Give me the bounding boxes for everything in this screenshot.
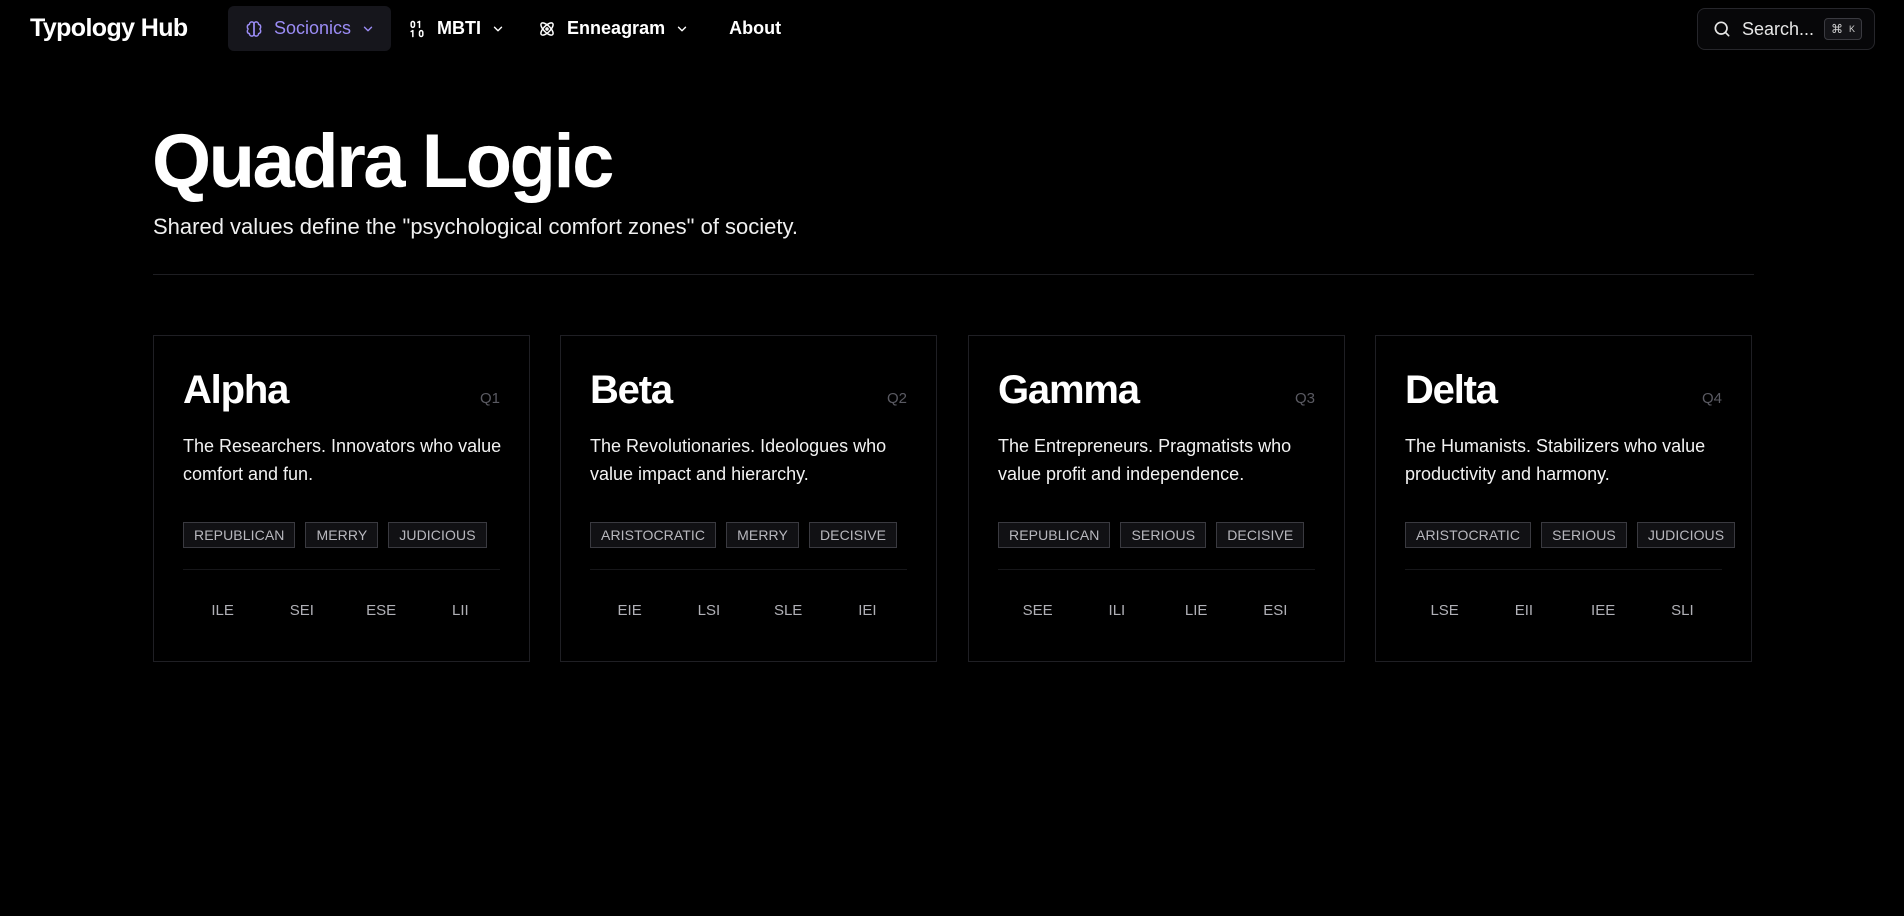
quadra-tag: JUDICIOUS — [388, 522, 487, 548]
quadra-tag: MERRY — [726, 522, 799, 548]
type-link[interactable]: LSE — [1415, 602, 1475, 619]
search-button[interactable]: Search... ⌘ K — [1697, 8, 1875, 50]
quadra-description: The Researchers. Innovators who value co… — [183, 436, 502, 484]
quadra-tag: MERRY — [305, 522, 379, 548]
quadra-tag: JUDICIOUS — [1636, 522, 1736, 548]
binary-icon — [407, 19, 427, 39]
quadra-tags: REPUBLICAN SERIOUS DECISIVE — [998, 522, 1305, 548]
keyboard-shortcut-badge: ⌘ K — [1824, 18, 1863, 40]
quadra-name: Beta — [590, 368, 673, 412]
chevron-down-icon — [361, 22, 375, 36]
type-link[interactable]: IEI — [837, 602, 897, 619]
type-link[interactable]: IEE — [1573, 602, 1633, 619]
quadra-name: Delta — [1405, 368, 1498, 412]
quadra-name: Alpha — [183, 368, 289, 412]
page-subtitle: Shared values define the "psychological … — [153, 214, 799, 239]
quadra-tag: ARISTOCRATIC — [1405, 522, 1532, 548]
type-link[interactable]: EII — [1494, 602, 1554, 619]
top-nav: Typology Hub Socionics MBTI Enneagram Ab… — [0, 0, 1904, 58]
search-label: Search... — [1742, 18, 1815, 39]
nav-enneagram-dropdown[interactable]: Enneagram — [521, 6, 705, 51]
type-link[interactable]: SLI — [1652, 602, 1712, 619]
quadra-tag: ARISTOCRATIC — [590, 522, 717, 548]
nav-mbti-label: MBTI — [437, 18, 482, 38]
quadra-tag: REPUBLICAN — [183, 522, 296, 548]
atom-icon — [537, 19, 557, 39]
type-link[interactable]: SEE — [1008, 602, 1068, 619]
type-link[interactable]: LIE — [1166, 602, 1226, 619]
card-divider — [590, 569, 907, 570]
type-link[interactable]: ILI — [1087, 602, 1147, 619]
quadra-tags: ARISTOCRATIC MERRY DECISIVE — [590, 522, 898, 548]
brand-logo[interactable]: Typology Hub — [30, 14, 188, 43]
quadra-types: EIE LSI SLE IEI — [590, 602, 907, 619]
type-link[interactable]: ESE — [351, 602, 411, 619]
command-key-icon: ⌘ — [1831, 22, 1844, 36]
main-menu: Socionics MBTI Enneagram About — [228, 6, 797, 51]
type-link[interactable]: LSI — [679, 602, 739, 619]
quadra-description: The Revolutionaries. Ideologues who valu… — [590, 436, 887, 484]
quadra-tags: REPUBLICAN MERRY JUDICIOUS — [183, 522, 487, 548]
quadra-tag: SERIOUS — [1120, 522, 1207, 548]
quadra-types: SEE ILI LIE ESI — [998, 602, 1315, 619]
nav-about-link[interactable]: About — [713, 6, 797, 51]
type-link[interactable]: ILE — [193, 602, 253, 619]
quadra-card-gamma: Gamma Q3 The Entrepreneurs. Pragmatists … — [968, 335, 1345, 662]
quadra-card-alpha: Alpha Q1 The Researchers. Innovators who… — [153, 335, 530, 662]
quadra-types: LSE EII IEE SLI — [1405, 602, 1722, 619]
brain-icon — [244, 19, 264, 39]
chevron-down-icon — [491, 22, 505, 36]
type-link[interactable]: EIE — [600, 602, 660, 619]
search-icon — [1712, 19, 1732, 39]
quadra-description: The Humanists. Stabilizers who value pro… — [1405, 436, 1706, 484]
quadra-code: Q4 — [1701, 390, 1722, 407]
quadra-code: Q3 — [1294, 390, 1315, 407]
type-link[interactable]: SEI — [272, 602, 332, 619]
type-link[interactable]: SLE — [758, 602, 818, 619]
quadra-card-beta: Beta Q2 The Revolutionaries. Ideologues … — [560, 335, 937, 662]
nav-socionics-dropdown[interactable]: Socionics — [228, 6, 392, 51]
nav-socionics-label: Socionics — [274, 18, 352, 38]
type-link[interactable]: ESI — [1245, 602, 1305, 619]
quadra-tag: DECISIVE — [1216, 522, 1305, 548]
section-divider — [153, 274, 1754, 275]
quadra-types: ILE SEI ESE LII — [183, 602, 500, 619]
card-divider — [998, 569, 1315, 570]
quadra-tag: REPUBLICAN — [998, 522, 1111, 548]
quadra-tags: ARISTOCRATIC SERIOUS JUDICIOUS — [1405, 522, 1736, 548]
chevron-down-icon — [675, 22, 689, 36]
quadra-code: Q1 — [479, 390, 500, 407]
nav-mbti-dropdown[interactable]: MBTI — [391, 6, 521, 51]
quadra-tag: SERIOUS — [1541, 522, 1627, 548]
quadra-card-delta: Delta Q4 The Humanists. Stabilizers who … — [1375, 335, 1752, 662]
quadra-name: Gamma — [998, 368, 1140, 412]
type-link[interactable]: LII — [430, 602, 490, 619]
card-divider — [1405, 569, 1722, 570]
quadra-code: Q2 — [886, 390, 907, 407]
page-title: Quadra Logic — [152, 119, 614, 204]
shortcut-key: K — [1849, 24, 1856, 34]
quadra-tag: DECISIVE — [808, 522, 898, 548]
quadra-description: The Entrepreneurs. Pragmatists who value… — [998, 436, 1292, 484]
card-divider — [183, 569, 500, 570]
nav-enneagram-label: Enneagram — [567, 18, 666, 38]
